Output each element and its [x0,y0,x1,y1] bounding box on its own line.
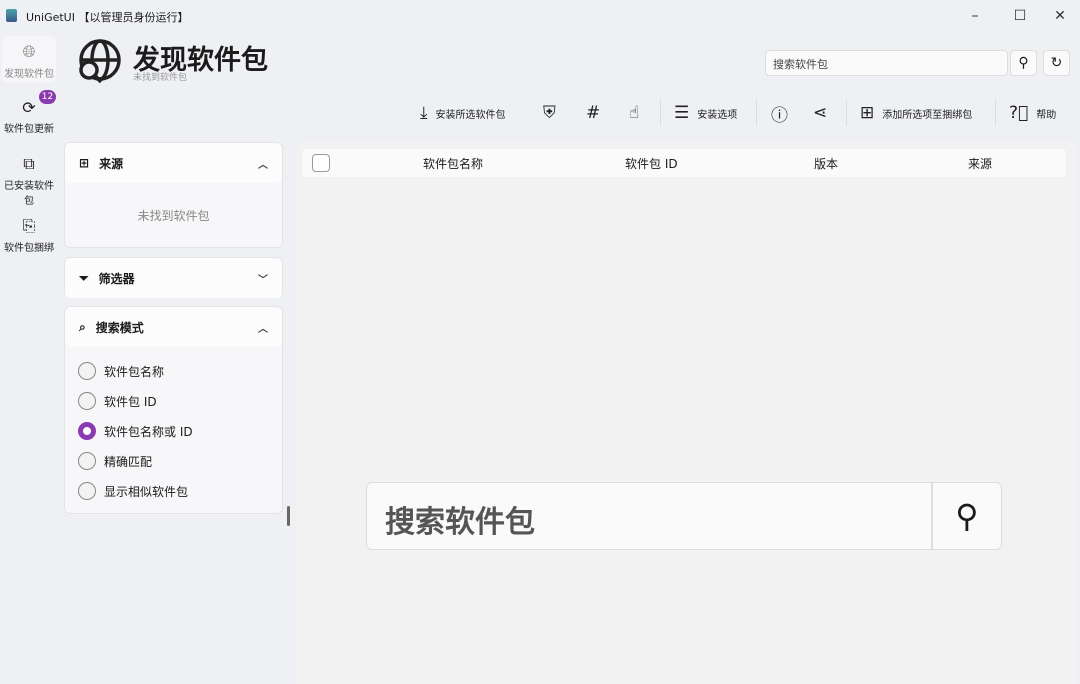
radio-label: 软件包名称 [104,364,165,379]
share-button[interactable]: ⋖ [813,100,827,126]
splitter-handle[interactable] [287,506,290,526]
install-options-button[interactable]: ☰ 安装选项 [674,100,737,126]
apps-icon: ⊞ [79,156,90,170]
reload-button[interactable]: ↻ [1043,50,1070,76]
select-all-checkbox[interactable] [312,154,330,172]
search-box-icon: ⌕ [79,319,86,334]
installed-icon: ⧉ [23,154,35,173]
updates-badge: 12 [39,90,56,104]
search-mode-option[interactable]: 软件包 ID [65,386,282,416]
column-source[interactable]: 来源 [968,155,992,172]
nav-label: 软件包更新 [4,124,54,135]
share-icon: ⋖ [813,103,828,123]
app-icon [6,9,17,22]
search-mode-title: 搜索模式 [95,320,144,335]
options-label: 安装选项 [697,109,738,121]
filters-header[interactable]: ⏷ 筛选器 ﹀ [65,258,282,298]
big-search-button[interactable]: ⚲ [932,482,1002,550]
search-mode-option[interactable]: 精确匹配 [65,446,282,476]
column-name[interactable]: 软件包名称 [423,155,483,172]
results-area [296,142,1076,684]
radio-label: 软件包名称或 ID [104,424,193,439]
nav-label: 已安装软件包 [4,181,54,207]
search-icon: ⚲ [1018,55,1029,71]
shield-icon: ⛨ [543,103,556,123]
add-bundle-label: 添加所选项至捆绑包 [882,109,973,121]
divider [995,100,996,126]
install-label: 安装所选软件包 [435,109,506,121]
nav-label: 软件包捆绑 [4,243,54,254]
chevron-down-icon: ﹀ [258,274,268,286]
help-button[interactable]: ?⃝ 帮助 [1009,100,1056,126]
big-search-input[interactable]: 搜索软件包 [366,482,932,550]
column-version[interactable]: 版本 [814,155,838,172]
maximize-button[interactable]: ☐ [1005,4,1035,28]
help-label: 帮助 [1036,109,1057,121]
title-bar: UniGetUI 【以管理员身份运行】 – ☐ ✕ [0,0,1080,32]
hash-button[interactable]: # [586,100,600,126]
divider [756,100,757,126]
chevron-up-icon: ︿ [258,323,268,335]
hash-icon: # [586,103,601,123]
download-icon: ⤓ [420,103,428,123]
info-icon: ⓘ [771,105,788,126]
add-bundle-icon: ⊞ [860,103,875,123]
sliders-icon: ☰ [674,103,690,123]
nav-discover[interactable]: 🌐︎ 发现软件包 [2,36,56,82]
touch-icon: ☝︎ [629,103,640,123]
search-icon: ⚲ [955,497,979,535]
sources-header[interactable]: ⊞ 来源 ︿ [65,143,282,183]
search-mode-option[interactable]: 软件包名称 [65,356,282,386]
nav-bundles[interactable]: ⎘ 软件包捆绑 [2,216,56,254]
page-subtitle: 未找到软件包 [133,73,188,83]
add-to-bundle-button[interactable]: ⊞ 添加所选项至捆绑包 [860,100,972,126]
sources-panel: ⊞ 来源 ︿ 未找到软件包 [64,142,283,248]
window-title: UniGetUI 【以管理员身份运行】 [26,11,189,24]
divider [846,100,847,126]
close-button[interactable]: ✕ [1045,4,1075,28]
radio-button[interactable] [78,422,96,440]
bundle-icon: ⎘ [22,216,36,235]
filters-panel: ⏷ 筛选器 ﹀ [64,257,283,298]
sources-title: 来源 [99,156,124,171]
help-icon: ?⃝ [1009,103,1029,123]
search-mode-option[interactable]: 软件包名称或 ID [65,416,282,446]
radio-label: 精确匹配 [104,454,153,469]
reload-icon: ↻ [1050,55,1063,71]
radio-label: 软件包 ID [104,394,157,409]
filters-title: 筛选器 [98,271,135,286]
sources-empty: 未找到软件包 [137,209,210,223]
details-button[interactable]: ⓘ [771,100,788,126]
search-mode-header[interactable]: ⌕ 搜索模式 ︿ [65,307,282,347]
chevron-up-icon: ︿ [258,159,268,171]
globe-icon: 🌐︎ [22,42,36,61]
search-button[interactable]: ⚲ [1010,50,1037,76]
interactive-button[interactable]: ☝︎ [629,100,639,126]
install-selected-button[interactable]: ⤓ 安装所选软件包 [420,100,506,126]
table-header: 软件包名称 软件包 ID 版本 来源 [302,149,1066,177]
radio-button[interactable] [78,482,96,500]
search-mode-option[interactable]: 显示相似软件包 [65,476,282,506]
radio-button[interactable] [78,452,96,470]
divider [660,100,661,126]
radio-button[interactable] [78,362,96,380]
admin-button[interactable]: ⛨ [543,100,556,126]
filter-icon: ⏷ [79,270,89,285]
globe-search-icon [79,39,121,84]
search-input[interactable]: 搜索软件包 [765,50,1008,76]
search-mode-panel: ⌕ 搜索模式 ︿ 软件包名称软件包 ID 软件包名称或 ID 精确匹配显示相似软件包 [64,306,283,514]
nav-installed[interactable]: ⧉ 已安装软件包 [2,154,56,207]
radio-button[interactable] [78,392,96,410]
minimize-button[interactable]: – [960,4,990,28]
radio-label: 显示相似软件包 [104,484,189,499]
column-id[interactable]: 软件包 ID [625,155,678,172]
nav-label: 发现软件包 [4,69,54,80]
